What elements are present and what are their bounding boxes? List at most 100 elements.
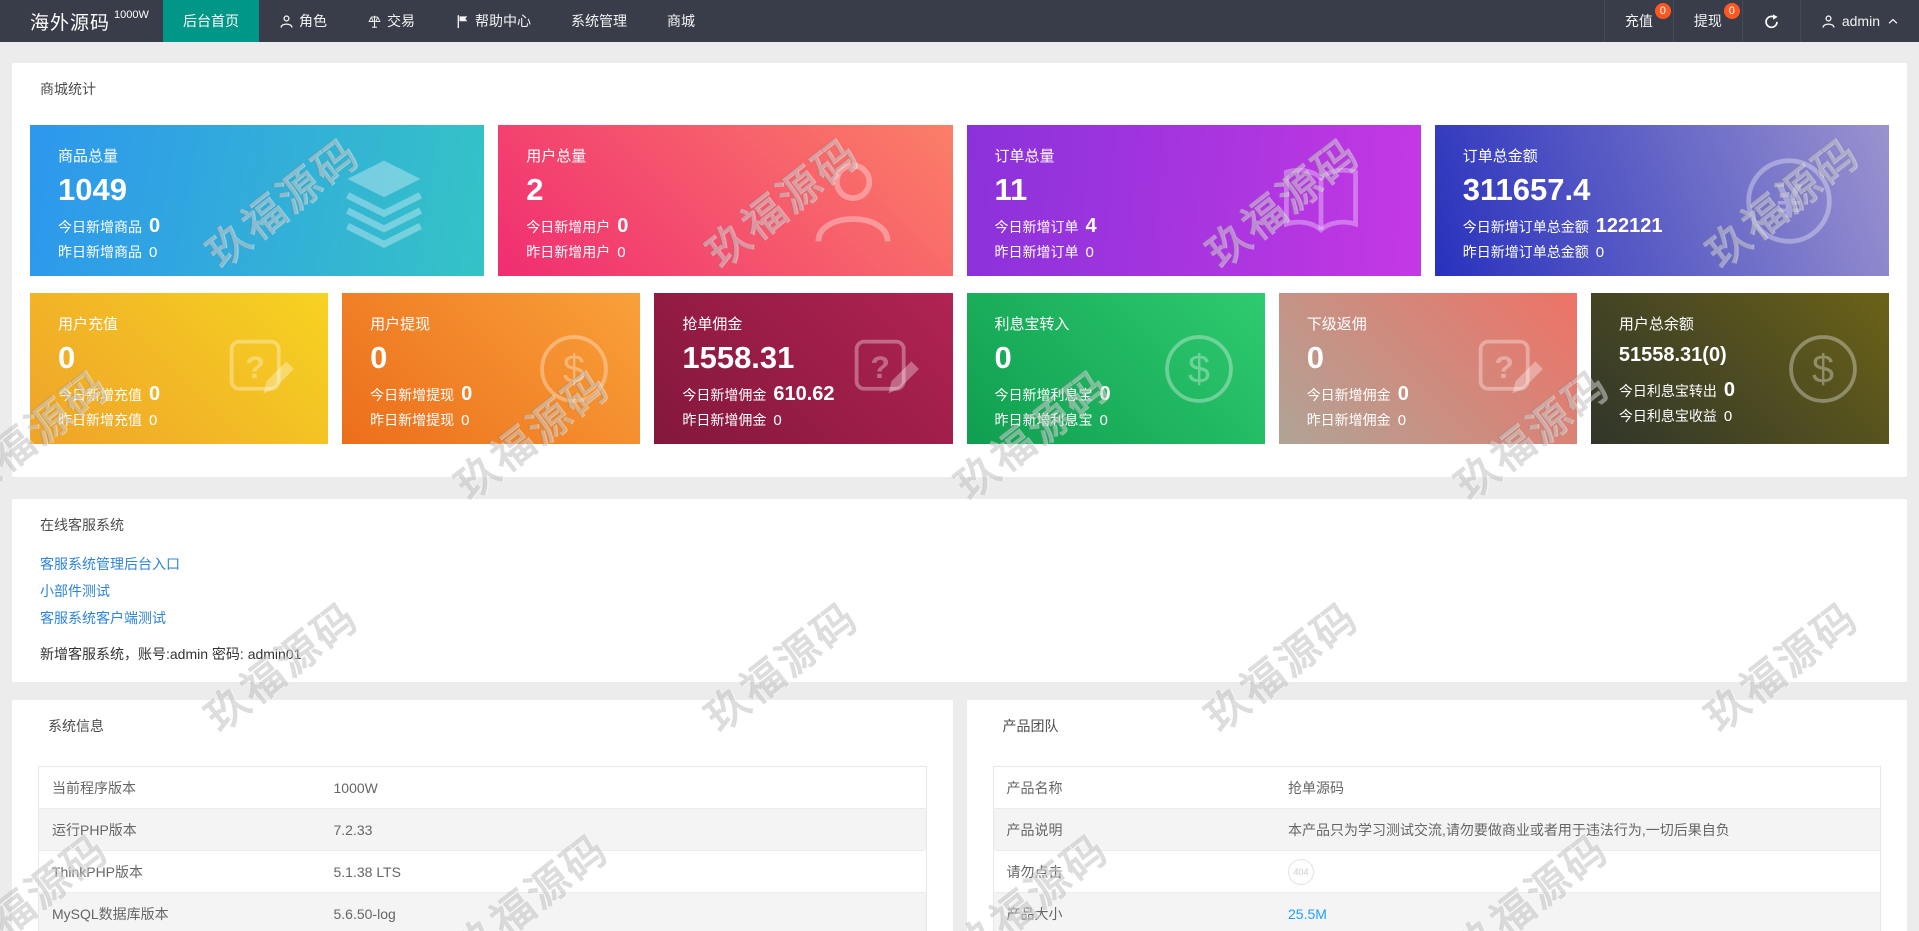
app-logo: 海外源码 1000W <box>0 0 163 42</box>
system-info-table: 当前程序版本 1000W 运行PHP版本 7.2.33 ThinkPHP版本 5.1.… <box>38 766 927 931</box>
navbar-right: 充值 0 提现 0 admin <box>1603 0 1919 42</box>
dollar-circle-icon: $ <box>1164 334 1233 403</box>
service-admin-entry-link[interactable]: 客服系统管理后台入口 <box>40 551 180 578</box>
username: admin <box>1841 13 1880 29</box>
stat-card-orders-total: 订单总量 11 今日新增订单 4 昨日新增订单 0 <box>966 125 1421 276</box>
bottom-panels: 系统信息 当前程序版本 1000W 运行PHP版本 7.2.33 ThinkPHP版… <box>12 700 1907 931</box>
stat-yesterday-label: 昨日新增佣金 <box>682 412 767 428</box>
app-logo-version: 1000W <box>114 9 149 21</box>
stat-card-orders-amount: 订单总金额 311657.4 今日新增订单总金额 122121 昨日新增订单总金额… <box>1434 125 1889 276</box>
row-value: 5.6.50-log <box>320 892 926 931</box>
stat-today-label: 今日新增佣金 <box>1306 387 1391 403</box>
stat-today-label: 今日利息宝转出 <box>1618 383 1717 399</box>
nav-item-system-admin[interactable]: 系统管理 <box>551 0 647 42</box>
main-menu: 后台首页 角色 交易 帮助中心 系统管理 商城 <box>163 0 715 42</box>
edit-note-icon: ? <box>854 339 919 393</box>
table-row: 请勿点击 404 <box>993 850 1881 893</box>
user-icon <box>280 14 293 28</box>
nav-item-label: 后台首页 <box>183 13 239 29</box>
refresh-button[interactable] <box>1741 0 1800 42</box>
nav-item-help-center[interactable]: 帮助中心 <box>435 0 551 42</box>
stat-today-value: 610.62 <box>773 383 835 405</box>
nav-item-mall[interactable]: 商城 <box>647 0 715 42</box>
stat-yesterday-value: 0 <box>149 412 158 429</box>
row-label: 产品大小 <box>993 892 1275 931</box>
withdraw-button[interactable]: 提现 0 <box>1672 0 1742 42</box>
stat-today-label: 今日新增订单 <box>994 219 1079 235</box>
do-not-click-badge[interactable]: 404 <box>1288 858 1314 885</box>
stat-yesterday-value: 0 <box>149 244 158 261</box>
nav-item-dashboard[interactable]: 后台首页 <box>163 0 259 42</box>
stats-row-1: 商品总量 1049 今日新增商品 0 昨日新增商品 0 用户总量 2 今日新增用户 0… <box>30 125 1889 276</box>
stat-card-user-balance: 用户总余额 51558.31(0) 今日利息宝转出 0 今日利息宝收益 0 $ <box>1590 293 1890 444</box>
stat-yesterday-label: 今日利息宝收益 <box>1618 408 1717 424</box>
row-value: 7.2.33 <box>320 808 926 851</box>
stat-today-value: 0 <box>149 215 161 237</box>
dollar-circle-icon: $ <box>1789 334 1857 403</box>
row-label: ThinkPHP版本 <box>38 850 321 893</box>
table-row: 当前程序版本 1000W <box>38 766 926 809</box>
product-team-table: 产品名称 抢单源码 产品说明 本产品只为学习测试交流,请勿要做商业或者用于违法行为,… <box>992 766 1881 931</box>
stat-today-label: 今日新增订单总金额 <box>1462 219 1589 235</box>
stat-yesterday-label: 昨日新增佣金 <box>1306 412 1391 428</box>
row-value: 1000W <box>320 766 926 809</box>
widget-test-link[interactable]: 小部件测试 <box>40 578 110 605</box>
stat-yesterday-value: 0 <box>1085 244 1094 261</box>
mall-stats-panel: 商城统计 商品总量 1049 今日新增商品 0 昨日新增商品 0 用户总量 2 今日… <box>12 63 1907 477</box>
row-label: 运行PHP版本 <box>38 808 321 851</box>
table-row: MySQL数据库版本 5.6.50-log <box>38 892 926 931</box>
product-team-title: 产品团队 <box>1002 718 1059 734</box>
stat-yesterday-label: 昨日新增提现 <box>370 412 455 428</box>
stat-card-sub-rebate: 下级返佣 0 今日新增佣金 0 昨日新增佣金 0 ? <box>1278 293 1577 444</box>
svg-text:?: ? <box>1494 349 1514 385</box>
stat-yesterday-value: 0 <box>461 412 470 429</box>
recharge-badge: 0 <box>1654 3 1671 19</box>
stat-yesterday-label: 昨日新增商品 <box>58 244 142 260</box>
svg-text:$: $ <box>1188 347 1210 391</box>
svg-text:$: $ <box>1812 347 1834 391</box>
nav-item-label: 角色 <box>299 13 327 29</box>
layers-icon <box>346 160 423 248</box>
service-client-test-link[interactable]: 客服系统客户端测试 <box>40 605 166 632</box>
row-label: 产品说明 <box>993 808 1275 851</box>
row-value: 本产品只为学习测试交流,请勿要做商业或者用于违法行为,一切后果自负 <box>1275 808 1881 851</box>
row-label: 请勿点击 <box>993 850 1275 893</box>
stat-today-value: 0 <box>1099 383 1111 405</box>
stat-today-label: 今日新增商品 <box>58 219 142 235</box>
stat-today-value: 0 <box>1723 379 1735 401</box>
svg-text:¥: ¥ <box>1776 175 1803 228</box>
stat-card-users-total: 用户总量 2 今日新增用户 0 昨日新增用户 0 <box>498 125 953 276</box>
nav-item-roles[interactable]: 角色 <box>259 0 347 42</box>
user-icon <box>815 162 890 242</box>
stat-today-value: 0 <box>1397 383 1409 405</box>
table-row: 产品大小 25.5M <box>993 892 1881 931</box>
mall-stats-title: 商城统计 <box>40 81 96 97</box>
stat-yesterday-value: 0 <box>773 412 782 429</box>
recharge-button[interactable]: 充值 0 <box>1603 0 1673 42</box>
stat-yesterday-label: 昨日新增用户 <box>526 244 611 260</box>
row-label: 当前程序版本 <box>38 766 321 809</box>
nav-item-label: 商城 <box>667 13 695 29</box>
svg-text:$: $ <box>563 347 585 391</box>
withdraw-label: 提现 <box>1693 13 1722 29</box>
row-value: 抢单源码 <box>1275 766 1881 809</box>
service-account-note: 新增客服系统，账号:admin 密码: admin01 <box>40 646 302 662</box>
stat-card-user-recharge: 用户充值 0 今日新增充值 0 昨日新增充值 0 ? <box>30 293 329 444</box>
row-value: 5.1.38 LTS <box>320 850 926 893</box>
book-icon <box>1283 167 1358 233</box>
product-size-link[interactable]: 25.5M <box>1288 906 1327 922</box>
nav-item-trade[interactable]: 交易 <box>347 0 435 42</box>
user-menu[interactable]: admin <box>1799 0 1919 42</box>
stat-today-value: 0 <box>617 215 629 237</box>
user-icon <box>1822 14 1835 28</box>
stat-yesterday-label: 昨日新增利息宝 <box>994 412 1093 428</box>
edit-note-icon: ? <box>229 339 295 393</box>
svg-text:?: ? <box>246 349 266 385</box>
stat-yesterday-value: 0 <box>1397 412 1407 429</box>
table-row: 产品名称 抢单源码 <box>993 766 1881 809</box>
edit-note-icon: ? <box>1478 339 1543 393</box>
withdraw-badge: 0 <box>1723 3 1740 19</box>
system-info-panel: 系统信息 当前程序版本 1000W 运行PHP版本 7.2.33 ThinkPHP版… <box>12 700 953 931</box>
dollar-circle-icon: $ <box>540 334 609 403</box>
system-info-title: 系统信息 <box>48 718 104 734</box>
